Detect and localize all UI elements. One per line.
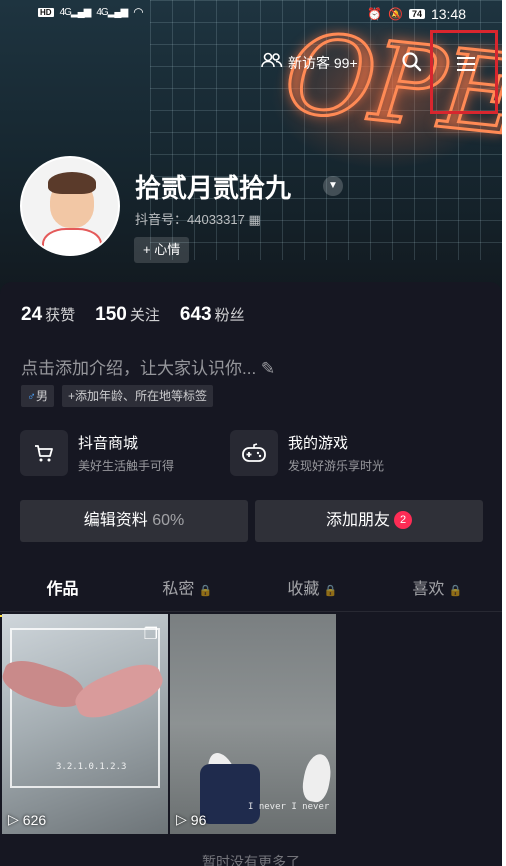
- menu-icon: [457, 57, 475, 71]
- mute-icon: 🔕: [387, 7, 403, 21]
- lock-icon: 🔒: [448, 585, 463, 597]
- shopping-cart-icon: [20, 430, 68, 476]
- hd-indicator: HD: [38, 7, 54, 17]
- play-icon: ▷: [176, 811, 187, 827]
- lock-icon: 🔒: [198, 585, 213, 597]
- play-count: ▷ 96: [176, 811, 207, 828]
- new-visitors-label: 新访客 99+: [288, 54, 358, 71]
- multi-image-icon: ❐: [143, 626, 158, 643]
- shortcut-title: 抖音商城: [78, 435, 139, 452]
- stat-followers[interactable]: 643 粉丝: [180, 304, 245, 326]
- add-tags-button[interactable]: +添加年龄、所在地等标签: [62, 385, 214, 407]
- profile-screen: OPEN HD 4G▂▄▆ 4G▂▄▆ ◠ ⏰ 🔕 74 13:48 新访客 9…: [0, 0, 502, 866]
- shortcut-title: 我的游戏: [288, 435, 349, 452]
- username[interactable]: 拾贰月贰拾九: [135, 168, 291, 205]
- alarm-icon: ⏰: [367, 7, 382, 21]
- add-friends-button[interactable]: 添加朋友 2: [255, 500, 483, 542]
- battery-indicator: 74: [408, 9, 425, 19]
- male-icon: ♂: [27, 389, 36, 403]
- menu-button[interactable]: [430, 30, 498, 114]
- play-count: ▷ 626: [8, 811, 47, 828]
- tab-private[interactable]: 私密 🔒: [125, 574, 250, 611]
- clock: 13:48: [430, 6, 466, 22]
- douyin-id[interactable]: 抖音号：44033317 ▦: [135, 209, 261, 228]
- notification-badge: 2: [394, 511, 412, 529]
- no-more-content-hint: 暂时没有更多了: [202, 854, 300, 866]
- search-button[interactable]: [400, 50, 424, 74]
- gender-tag[interactable]: ♂男: [21, 385, 55, 407]
- edit-pencil-icon: ✎: [260, 359, 276, 378]
- tab-favorites[interactable]: 收藏 🔒: [250, 574, 375, 611]
- tab-likes[interactable]: 喜欢 🔒: [375, 574, 500, 611]
- edit-profile-button[interactable]: 编辑资料 60%: [20, 500, 248, 542]
- gamepad-icon: [230, 430, 278, 476]
- avatar[interactable]: [20, 156, 120, 256]
- account-switch-chevron-icon[interactable]: ▼: [323, 176, 343, 196]
- signal-icon: 4G▂▄▆: [59, 6, 92, 18]
- profile-tags: ♂男 +添加年龄、所在地等标签: [21, 385, 214, 407]
- stat-following[interactable]: 150 关注: [95, 304, 160, 326]
- lock-icon: 🔒: [323, 585, 338, 597]
- shortcut-subtitle: 美好生活触手可得: [78, 459, 175, 473]
- tab-works[interactable]: 作品: [0, 574, 126, 617]
- play-icon: ▷: [8, 811, 19, 827]
- video-thumbnail[interactable]: I never I never ▷ 96: [170, 614, 336, 834]
- video-thumbnail[interactable]: ❐ 3.2.1.0.1.2.3 ▷ 626: [2, 614, 168, 834]
- wifi-icon: ◠: [133, 5, 144, 19]
- shortcut-subtitle: 发现好游乐享时光: [288, 459, 385, 473]
- people-icon: [261, 52, 283, 73]
- mood-button[interactable]: + 心情: [134, 237, 190, 263]
- profile-stats: 24 获赞 150 关注 643 粉丝: [21, 304, 245, 326]
- bio-placeholder[interactable]: 点击添加介绍，让大家认识你... ✎: [21, 354, 275, 379]
- video-caption: I never I never: [248, 802, 330, 812]
- shortcut-my-games[interactable]: 我的游戏 发现好游乐享时光: [230, 430, 384, 476]
- stat-likes[interactable]: 24 获赞: [21, 304, 75, 326]
- profile-completion: 60%: [152, 512, 185, 529]
- content-tabs: 作品 私密 🔒 收藏 🔒 喜欢 🔒: [0, 574, 502, 617]
- shortcut-douyin-mall[interactable]: 抖音商城 美好生活触手可得: [20, 430, 174, 476]
- qr-code-icon[interactable]: ▦: [248, 212, 260, 227]
- new-visitors-button[interactable]: 新访客 99+: [261, 52, 358, 73]
- search-icon: [402, 52, 422, 72]
- status-bar: HD 4G▂▄▆ 4G▂▄▆ ◠ ⏰ 🔕 74 13:48: [0, 0, 502, 34]
- profile-panel: 24 获赞 150 关注 643 粉丝 点击添加介绍，让大家认识你... ✎ ♂男 +…: [0, 282, 502, 866]
- signal-icon-2: 4G▂▄▆: [96, 6, 128, 18]
